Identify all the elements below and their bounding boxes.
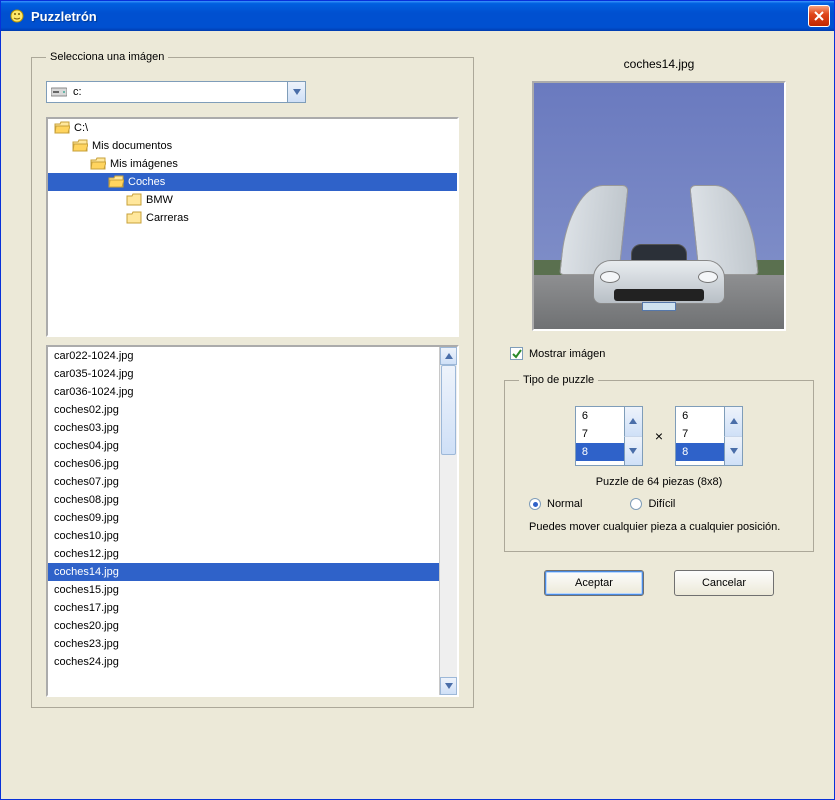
file-list-item[interactable]: car036-1024.jpg bbox=[48, 383, 439, 401]
select-image-group: Selecciona una imágen c: C:\Mis do bbox=[31, 51, 474, 708]
spinner-down-button[interactable] bbox=[624, 437, 642, 466]
file-list-item[interactable]: coches06.jpg bbox=[48, 455, 439, 473]
file-list-item[interactable]: coches08.jpg bbox=[48, 491, 439, 509]
chevron-down-icon bbox=[293, 89, 301, 95]
spinner-up-button[interactable] bbox=[724, 407, 742, 437]
file-list-item[interactable]: coches12.jpg bbox=[48, 545, 439, 563]
difficulty-dificil-label: Difícil bbox=[648, 498, 675, 510]
show-image-label: Mostrar imágen bbox=[529, 348, 605, 360]
file-list-item[interactable]: coches24.jpg bbox=[48, 653, 439, 671]
file-list-item[interactable]: coches03.jpg bbox=[48, 419, 439, 437]
columns-spinner[interactable]: 678 bbox=[575, 406, 643, 466]
pieces-count-label: Puzzle de 64 piezas (8x8) bbox=[519, 476, 799, 488]
scroll-down-button[interactable] bbox=[440, 677, 457, 695]
cancel-button[interactable]: Cancelar bbox=[674, 570, 774, 596]
folder-icon bbox=[126, 211, 142, 225]
checkmark-icon bbox=[512, 349, 522, 359]
tree-item[interactable]: Mis documentos bbox=[48, 137, 457, 155]
spinner-up-button[interactable] bbox=[624, 407, 642, 437]
tree-item[interactable]: Carreras bbox=[48, 209, 457, 227]
tree-item-label: Mis imágenes bbox=[110, 158, 178, 170]
drive-dropdown-button[interactable] bbox=[287, 82, 305, 102]
file-list-item[interactable]: coches17.jpg bbox=[48, 599, 439, 617]
scroll-thumb[interactable] bbox=[441, 365, 456, 455]
drive-icon bbox=[51, 86, 67, 98]
difficulty-help-text: Puedes mover cualquier pieza a cualquier… bbox=[529, 520, 789, 535]
difficulty-dificil-radio[interactable]: Difícil bbox=[630, 498, 675, 510]
show-image-checkbox[interactable] bbox=[510, 347, 523, 360]
folder-open-icon bbox=[108, 175, 124, 189]
app-window: Puzzletrón Selecciona una imágen bbox=[0, 0, 835, 800]
file-list-item[interactable]: coches23.jpg bbox=[48, 635, 439, 653]
drive-combobox[interactable]: c: bbox=[46, 81, 306, 103]
file-list-item[interactable]: coches02.jpg bbox=[48, 401, 439, 419]
chevron-up-icon bbox=[445, 353, 453, 359]
tree-item[interactable]: Mis imágenes bbox=[48, 155, 457, 173]
rows-spinner[interactable]: 678 bbox=[675, 406, 743, 466]
puzzle-type-legend: Tipo de puzzle bbox=[519, 374, 598, 386]
chevron-down-icon bbox=[445, 683, 453, 689]
preview-filename: coches14.jpg bbox=[504, 57, 814, 71]
accept-button[interactable]: Aceptar bbox=[544, 570, 644, 596]
chevron-down-icon bbox=[730, 448, 738, 454]
chevron-up-icon bbox=[730, 418, 738, 424]
close-icon bbox=[814, 11, 824, 21]
window-title: Puzzletrón bbox=[31, 9, 808, 24]
tree-item-label: C:\ bbox=[74, 122, 88, 134]
tree-item-label: Carreras bbox=[146, 212, 189, 224]
chevron-down-icon bbox=[629, 448, 637, 454]
puzzle-type-group: Tipo de puzzle 678 × bbox=[504, 374, 814, 552]
file-list-item[interactable]: coches20.jpg bbox=[48, 617, 439, 635]
file-list-scrollbar[interactable] bbox=[439, 347, 457, 695]
difficulty-normal-label: Normal bbox=[547, 498, 582, 510]
tree-item[interactable]: C:\ bbox=[48, 119, 457, 137]
chevron-up-icon bbox=[629, 418, 637, 424]
file-list-item[interactable]: coches07.jpg bbox=[48, 473, 439, 491]
titlebar: Puzzletrón bbox=[1, 1, 834, 31]
scroll-up-button[interactable] bbox=[440, 347, 457, 365]
difficulty-normal-radio[interactable]: Normal bbox=[529, 498, 582, 510]
tree-item-label: Coches bbox=[128, 176, 165, 188]
folder-open-icon bbox=[72, 139, 88, 153]
drive-selected-text: c: bbox=[73, 86, 287, 98]
directory-tree[interactable]: C:\ Mis documentos Mis imágenes Coches BMW Ca… bbox=[46, 117, 459, 337]
file-list-item[interactable]: car022-1024.jpg bbox=[48, 347, 439, 365]
multiply-symbol: × bbox=[655, 428, 663, 444]
image-preview bbox=[532, 81, 786, 331]
file-list-item[interactable]: coches09.jpg bbox=[48, 509, 439, 527]
close-button[interactable] bbox=[808, 5, 830, 27]
app-icon bbox=[9, 8, 25, 24]
select-image-legend: Selecciona una imágen bbox=[46, 51, 168, 63]
file-list-item[interactable]: coches14.jpg bbox=[48, 563, 439, 581]
file-listbox[interactable]: car022-1024.jpgcar035-1024.jpgcar036-102… bbox=[46, 345, 459, 697]
file-list-item[interactable]: coches10.jpg bbox=[48, 527, 439, 545]
spinner-down-button[interactable] bbox=[724, 437, 742, 466]
file-list-item[interactable]: car035-1024.jpg bbox=[48, 365, 439, 383]
file-list-item[interactable]: coches15.jpg bbox=[48, 581, 439, 599]
folder-open-icon bbox=[90, 157, 106, 171]
file-list-item[interactable]: coches04.jpg bbox=[48, 437, 439, 455]
tree-item[interactable]: BMW bbox=[48, 191, 457, 209]
tree-item[interactable]: Coches bbox=[48, 173, 457, 191]
folder-icon bbox=[126, 193, 142, 207]
folder-open-icon bbox=[54, 121, 70, 135]
tree-item-label: Mis documentos bbox=[92, 140, 172, 152]
tree-item-label: BMW bbox=[146, 194, 173, 206]
